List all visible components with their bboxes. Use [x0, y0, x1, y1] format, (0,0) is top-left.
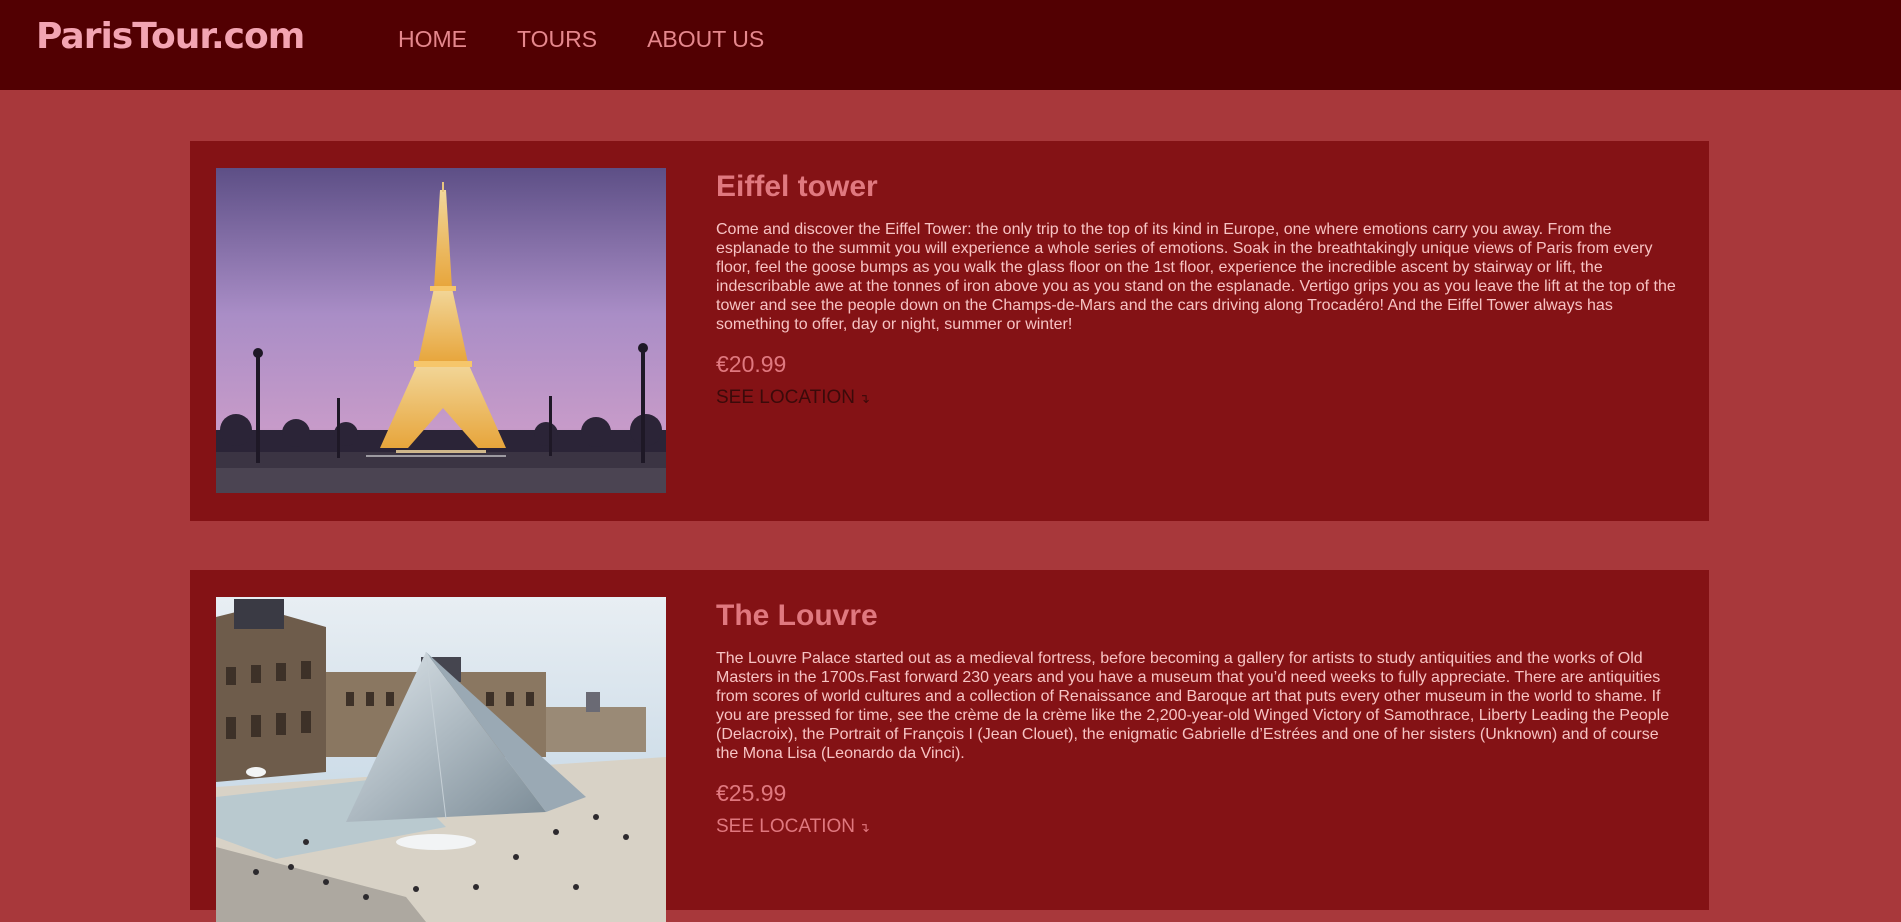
see-location-link[interactable]: SEE LOCATION ↴: [716, 387, 870, 409]
eiffel-card-content: Eiffel tower Come and discover the Eiffe…: [716, 169, 1676, 409]
site-logo[interactable]: ParisTour.com: [36, 16, 305, 57]
tour-description: Come and discover the Eiffel Tower: the …: [716, 221, 1676, 333]
tour-price: €25.99: [716, 780, 787, 806]
nav-home-link[interactable]: HOME: [398, 26, 467, 53]
tour-card-eiffel: Eiffel tower Come and discover the Eiffe…: [190, 141, 1709, 521]
louvre-photo: [216, 597, 666, 922]
down-right-arrow-icon: ↴: [859, 391, 870, 406]
main-nav: HOME TOURS ABOUT US: [398, 26, 764, 53]
tour-card-louvre: The Louvre The Louvre Palace started out…: [190, 570, 1709, 922]
louvre-card-content: The Louvre The Louvre Palace started out…: [716, 598, 1676, 838]
down-right-arrow-icon: ↴: [859, 820, 870, 835]
see-location-link[interactable]: SEE LOCATION ↴: [716, 816, 870, 838]
tour-title: The Louvre: [716, 599, 878, 632]
nav-about-link[interactable]: ABOUT US: [647, 26, 764, 53]
tour-title: Eiffel tower: [716, 170, 878, 203]
see-location-label: SEE LOCATION: [716, 816, 856, 837]
nav-tours-link[interactable]: TOURS: [517, 26, 597, 53]
tour-price: €20.99: [716, 351, 787, 377]
tour-description: The Louvre Palace started out as a medie…: [716, 650, 1670, 762]
see-location-label: SEE LOCATION: [716, 387, 856, 408]
top-navbar: ParisTour.com HOME TOURS ABOUT US: [0, 0, 1901, 90]
eiffel-tower-photo: [216, 168, 666, 493]
